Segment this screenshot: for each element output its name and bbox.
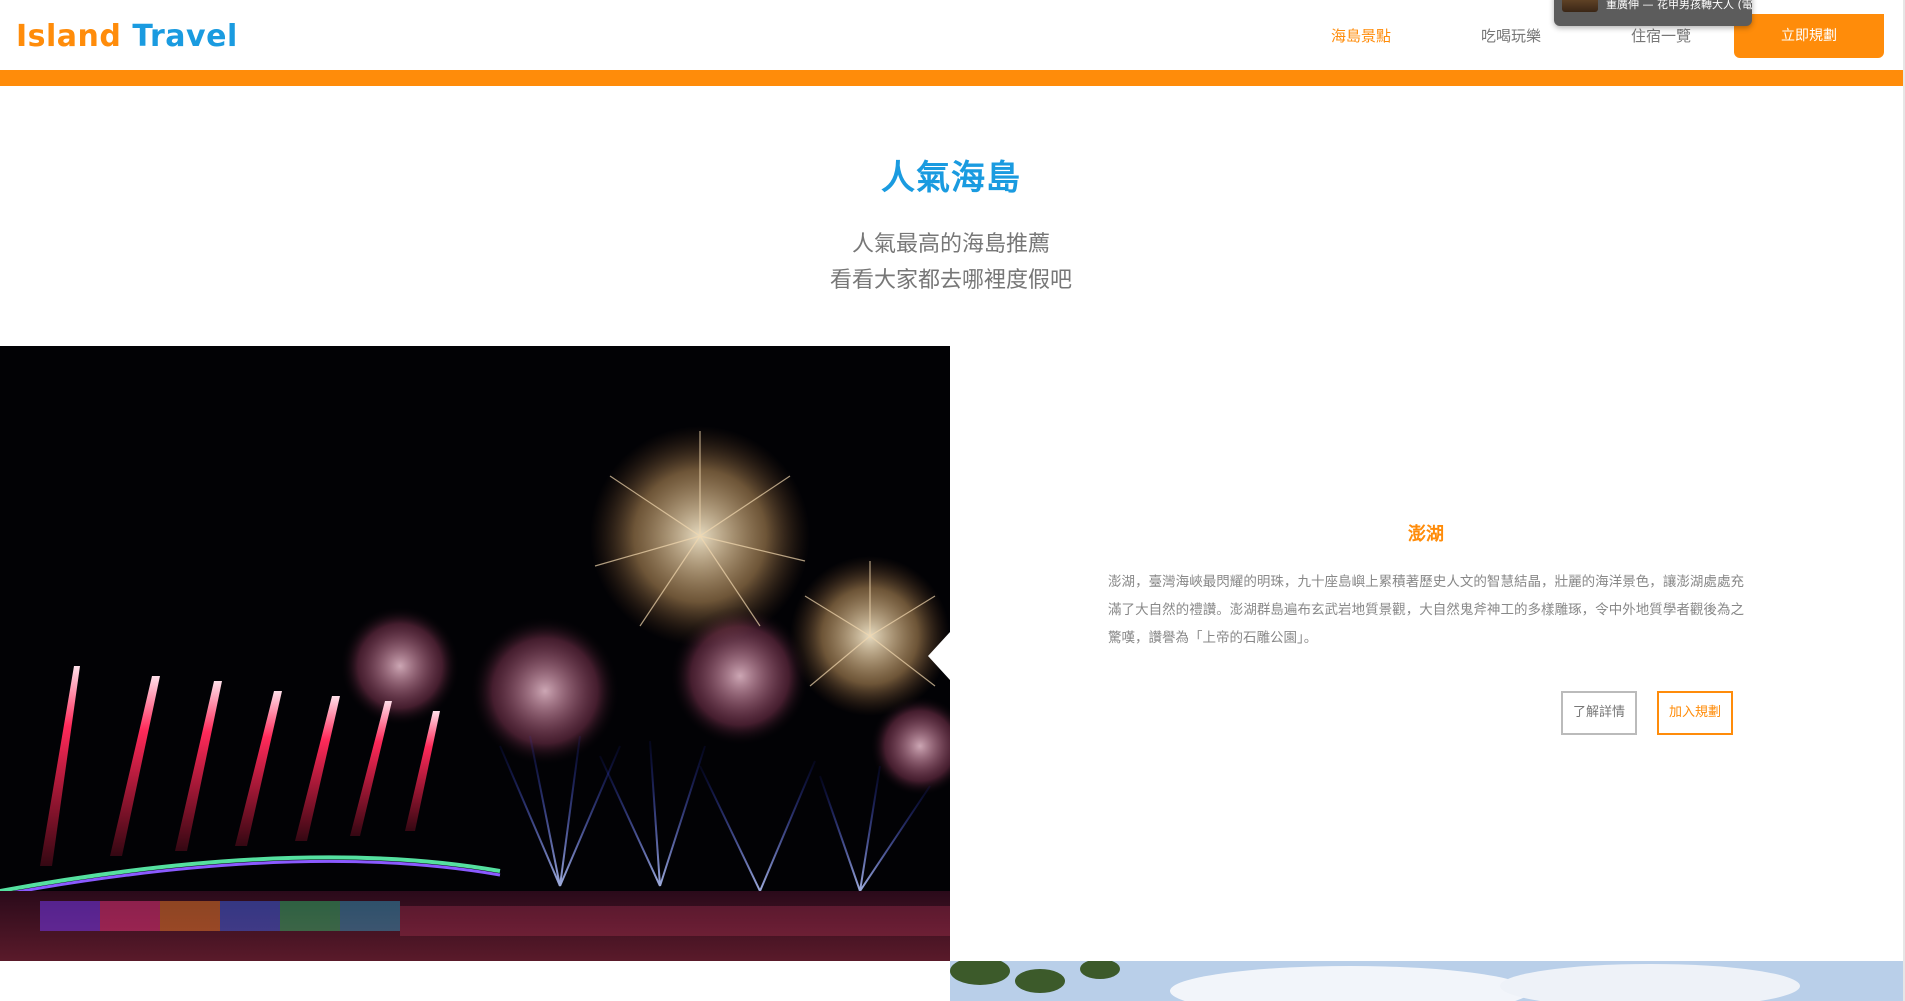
nav-islands[interactable]: 海島景點 <box>1331 25 1391 46</box>
section-subtitle-line1: 人氣最高的海島推薦 <box>851 232 1050 257</box>
music-notification[interactable]: 重廣伸 — 花甲男孩轉大人 (電視原聲帶) <box>1554 0 1752 26</box>
nav-lodging[interactable]: 住宿一覽 <box>1631 25 1691 46</box>
section-subtitle-line2: 看看大家都去哪裡度假吧 <box>829 268 1072 293</box>
fireworks-illustration <box>0 346 950 961</box>
nav-food-fun[interactable]: 吃喝玩樂 <box>1481 25 1541 46</box>
header-accent-bar <box>0 70 1905 86</box>
place-title: 澎湖 <box>1408 524 1444 545</box>
add-to-plan-button[interactable]: 加入規劃 <box>1657 691 1733 735</box>
next-island-photo <box>950 961 1903 1001</box>
site-logo[interactable]: Island Travel <box>16 16 238 56</box>
section-title: 人氣海島 <box>881 158 1021 198</box>
album-art-thumbnail <box>1562 0 1598 12</box>
logo-travel-text: Travel <box>121 18 238 54</box>
penghu-fireworks-photo <box>0 346 950 961</box>
section-subtitle: 人氣最高的海島推薦 看看大家都去哪裡度假吧 <box>0 227 1902 299</box>
place-description: 澎湖，臺灣海峽最閃耀的明珠，九十座島嶼上累積著歷史人文的智慧結晶，壯麗的海洋景色… <box>1108 574 1744 646</box>
photo-pointer-arrow <box>928 632 950 680</box>
notification-text: 重廣伸 — 花甲男孩轉大人 (電視原聲帶) <box>1606 0 1752 11</box>
learn-more-button[interactable]: 了解詳情 <box>1561 691 1637 735</box>
sky-foliage-illustration <box>950 961 1903 1001</box>
logo-island-text: Island <box>16 18 122 54</box>
plan-now-button[interactable]: 立即規劃 <box>1734 14 1884 58</box>
